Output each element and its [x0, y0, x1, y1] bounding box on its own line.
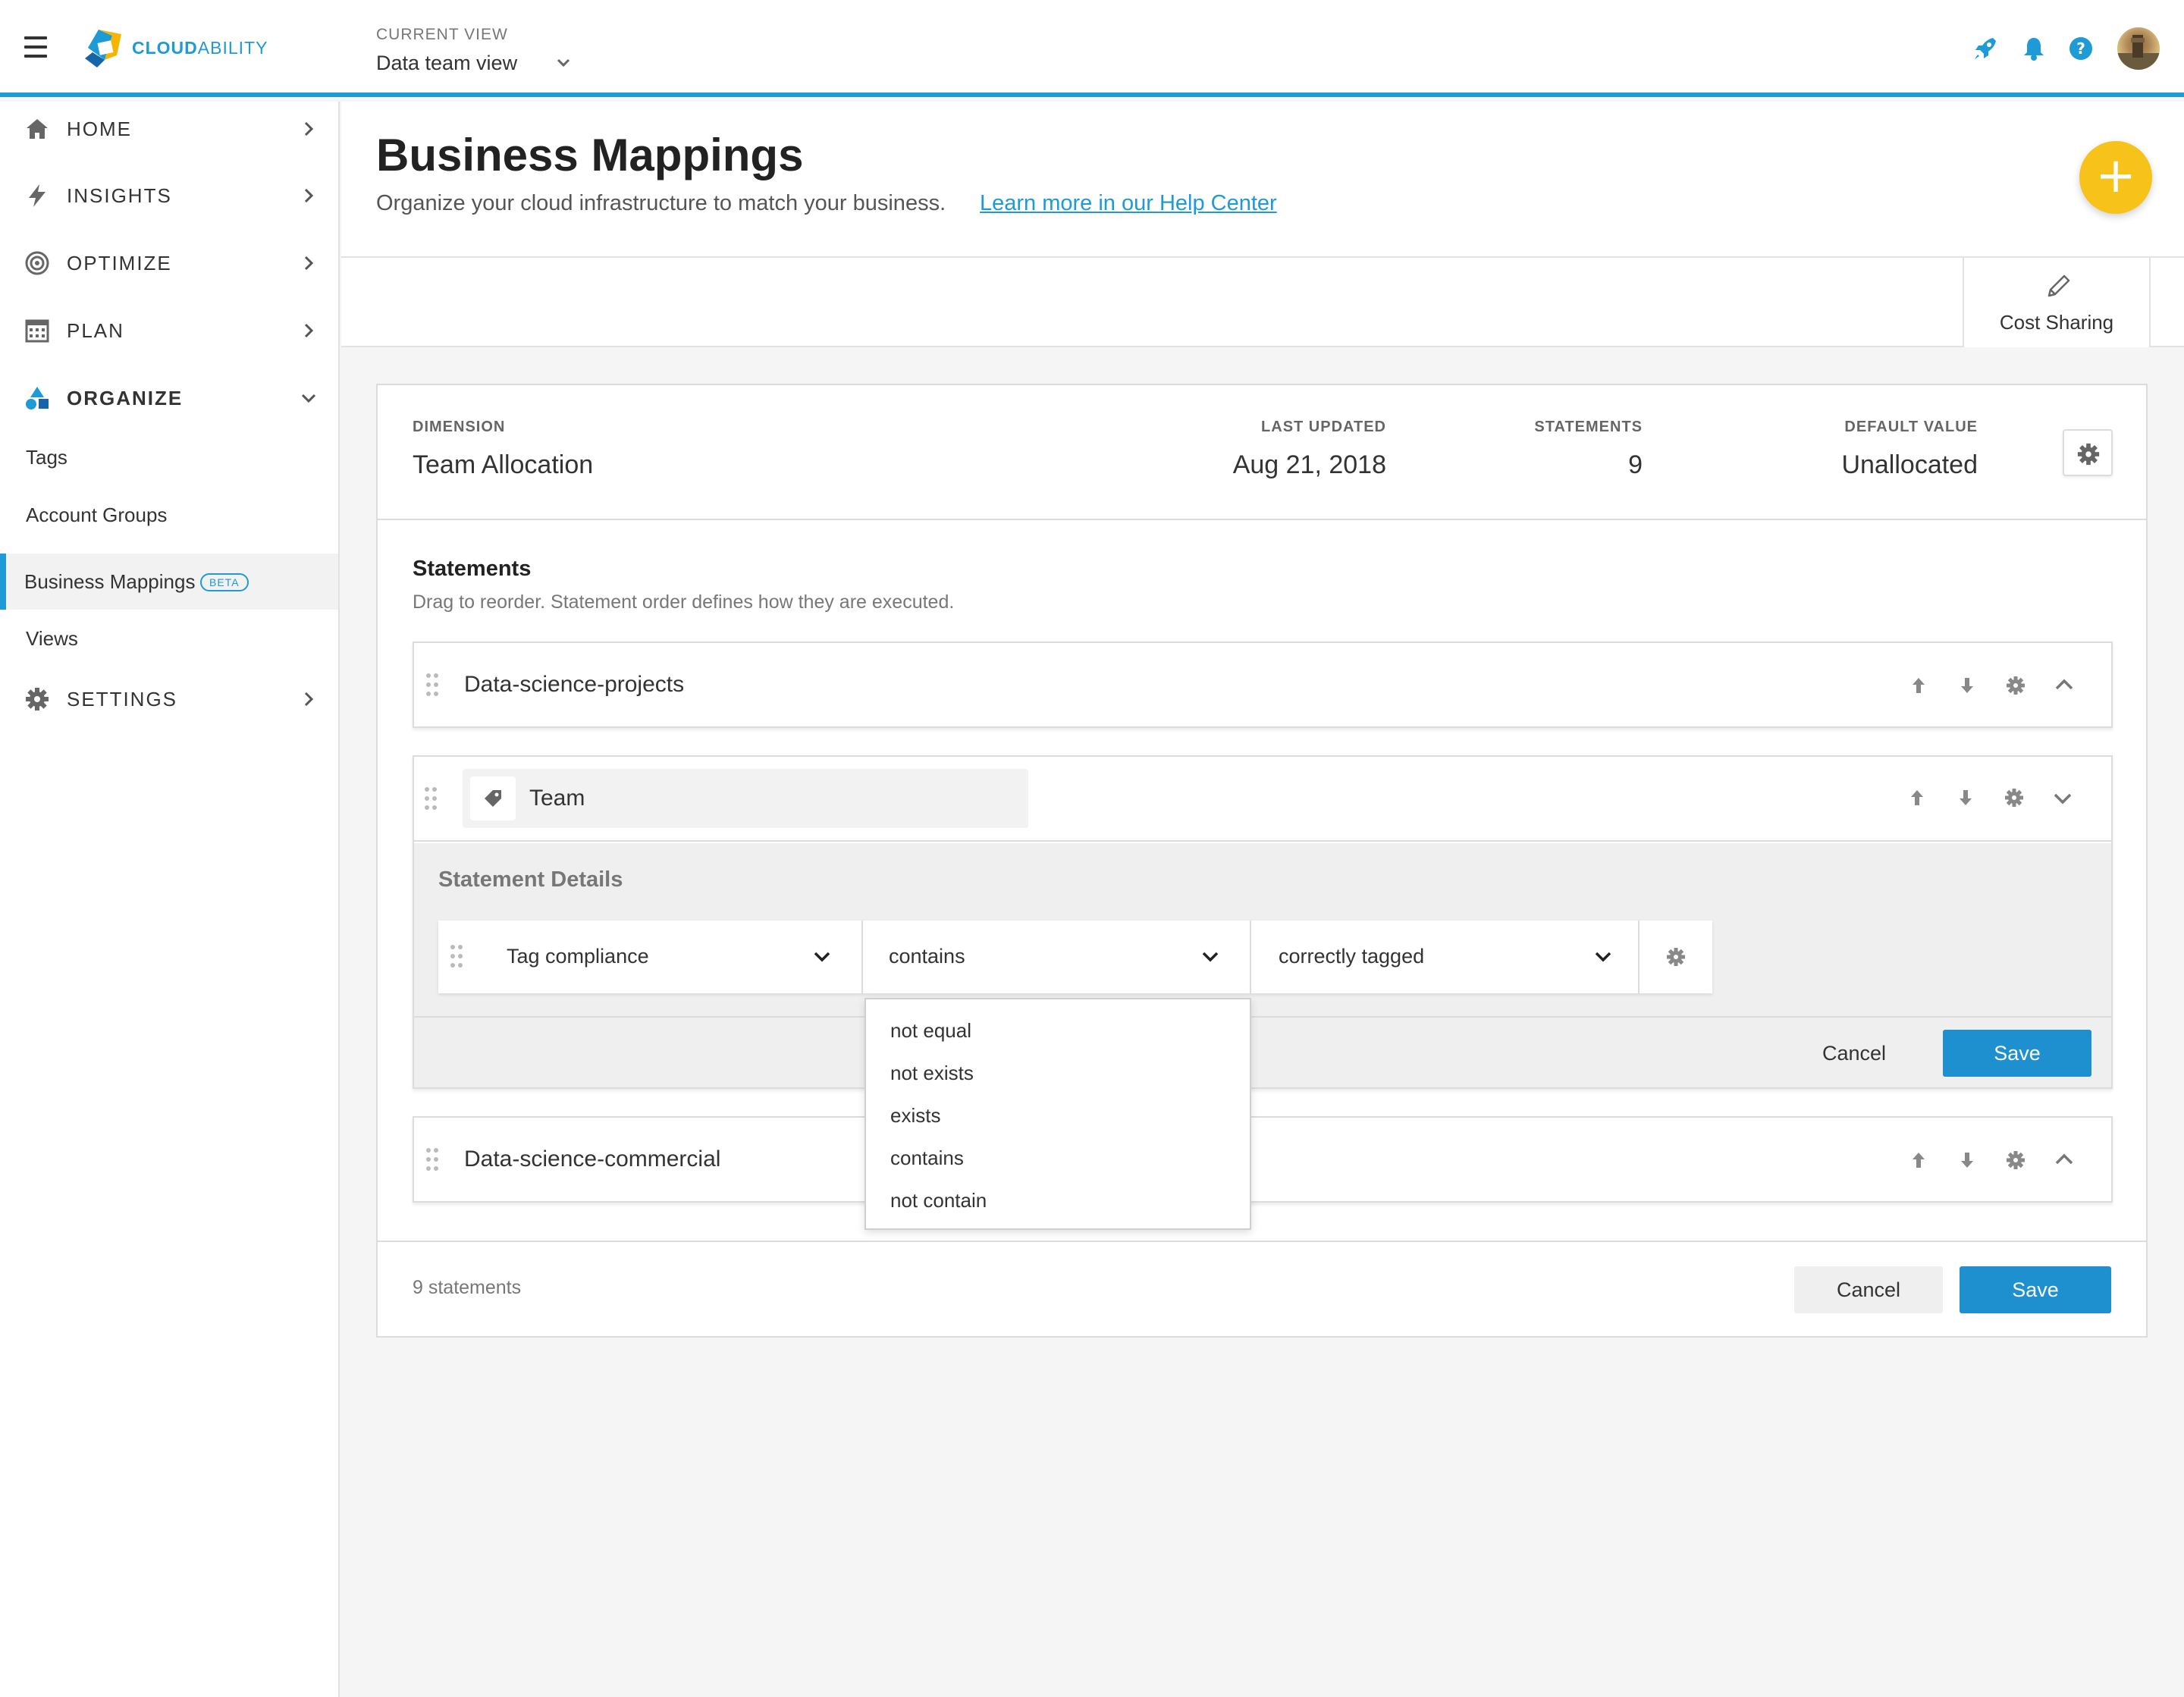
- current-view-label: CURRENT VIEW: [376, 26, 508, 43]
- sidebar-item-insights[interactable]: INSIGHTS: [0, 168, 338, 223]
- arrow-up-icon[interactable]: [1908, 675, 1929, 696]
- chevron-right-icon: [304, 692, 314, 707]
- chevron-down-icon: [814, 952, 830, 962]
- gear-icon[interactable]: [2005, 675, 2026, 696]
- chevron-down-icon[interactable]: [2052, 787, 2073, 808]
- statement-label: Data-science-projects: [464, 672, 685, 697]
- sidebar-item-tags[interactable]: Tags: [0, 429, 338, 485]
- drag-handle-icon[interactable]: [425, 787, 438, 810]
- default-value-label: DEFAULT VALUE: [1844, 419, 1978, 435]
- dropdown-option[interactable]: contains: [890, 1146, 964, 1170]
- statement-name-field[interactable]: Team: [463, 769, 1028, 828]
- mapping-settings-button[interactable]: [2063, 429, 2113, 476]
- bell-icon[interactable]: [2019, 33, 2049, 64]
- shapes-icon: [26, 387, 49, 409]
- drag-handle-icon[interactable]: [450, 945, 464, 968]
- target-icon: [25, 251, 49, 275]
- sidebar-item-views[interactable]: Views: [0, 610, 338, 667]
- gear-icon[interactable]: [2005, 1150, 2026, 1171]
- logo-mark-icon: [85, 30, 121, 67]
- statements-count-label: STATEMENTS: [1534, 419, 1643, 435]
- top-bar: [0, 0, 2184, 97]
- chevron-right-icon: [304, 188, 314, 203]
- statement-row[interactable]: Data-science-commercial: [413, 1116, 2113, 1203]
- last-updated-value: Aug 21, 2018: [1232, 450, 1386, 479]
- sidebar-item-organize[interactable]: ORGANIZE: [0, 371, 338, 425]
- help-icon[interactable]: ?: [2066, 33, 2096, 64]
- gear-icon: [26, 688, 49, 710]
- plus-icon: +: [2095, 148, 2136, 204]
- tab-strip: [341, 258, 2184, 347]
- tag-icon: [485, 790, 501, 807]
- statement-label: Data-science-commercial: [464, 1146, 721, 1172]
- cancel-statement-button[interactable]: Cancel: [1805, 1030, 1903, 1077]
- dropdown-option[interactable]: not contain: [890, 1189, 987, 1212]
- statements-count: 9 statements: [413, 1277, 522, 1298]
- help-center-link[interactable]: Learn more in our Help Center: [980, 191, 1277, 216]
- statements-title: Statements: [413, 557, 532, 581]
- beta-badge: BETA: [200, 573, 249, 591]
- sidebar-item-account-groups[interactable]: Account Groups: [0, 487, 338, 543]
- save-statement-button[interactable]: Save: [1943, 1030, 2091, 1077]
- drag-handle-icon[interactable]: [426, 1148, 440, 1171]
- home-icon: [27, 119, 48, 139]
- logo-text: CLOUDABILITY: [132, 37, 268, 58]
- page-title: Business Mappings: [376, 130, 804, 180]
- pencil-icon: [2048, 274, 2070, 297]
- current-view-select[interactable]: Data team view: [376, 52, 517, 75]
- gear-icon[interactable]: [2004, 787, 2025, 808]
- tab-cost-sharing[interactable]: Cost Sharing: [1963, 258, 2151, 347]
- arrow-down-icon[interactable]: [1955, 787, 1976, 808]
- sidebar-item-plan[interactable]: PLAN: [0, 303, 338, 358]
- gear-icon[interactable]: [1665, 946, 1687, 968]
- dimension-label: DIMENSION: [413, 419, 506, 435]
- statement-label: Team: [529, 786, 585, 811]
- user-avatar[interactable]: [2117, 27, 2160, 70]
- cloudability-logo[interactable]: CLOUDABILITY: [82, 24, 268, 71]
- cancel-button[interactable]: Cancel: [1794, 1266, 1943, 1313]
- drag-handle-icon[interactable]: [426, 673, 440, 696]
- calendar-icon: [25, 319, 49, 343]
- chevron-down-icon: [1595, 952, 1611, 962]
- rocket-icon[interactable]: [1970, 33, 2000, 64]
- arrow-up-icon[interactable]: [1908, 1150, 1929, 1171]
- statements-count-value: 9: [1628, 450, 1643, 479]
- value-select[interactable]: correctly tagged: [1251, 921, 1638, 993]
- field-select[interactable]: Tag compliance: [481, 921, 861, 993]
- hamburger-menu-icon[interactable]: [24, 36, 47, 59]
- svg-text:?: ?: [2076, 39, 2085, 58]
- sidebar-item-home[interactable]: HOME: [0, 102, 338, 156]
- chevron-down-icon: [301, 394, 316, 403]
- dropdown-option[interactable]: not exists: [890, 1062, 974, 1085]
- dropdown-option[interactable]: exists: [890, 1104, 940, 1128]
- arrow-down-icon[interactable]: [1956, 675, 1978, 696]
- chevron-right-icon: [304, 256, 314, 271]
- chevron-down-icon[interactable]: [555, 56, 572, 70]
- statements-subtitle: Drag to reorder. Statement order defines…: [413, 591, 955, 613]
- bolt-icon: [29, 184, 46, 207]
- sidebar-item-business-mappings[interactable]: Business Mappings BETA: [0, 554, 338, 610]
- operator-dropdown-menu: not equal not exists exists contains not…: [864, 998, 1251, 1230]
- sidebar: HOME INSIGHTS OPTIMIZE PLAN ORGANIZE Tag…: [0, 102, 340, 1697]
- dimension-value: Team Allocation: [413, 450, 594, 479]
- operator-select[interactable]: contains: [863, 921, 1250, 993]
- arrow-up-icon[interactable]: [1906, 787, 1928, 808]
- gear-icon: [2077, 443, 2100, 466]
- statement-row[interactable]: Data-science-projects: [413, 641, 2113, 728]
- page-subtitle: Organize your cloud infrastructure to ma…: [376, 191, 946, 215]
- chevron-up-icon[interactable]: [2054, 1150, 2075, 1171]
- chevron-up-icon[interactable]: [2054, 675, 2075, 696]
- statement-details-title: Statement Details: [438, 867, 623, 892]
- save-button[interactable]: Save: [1960, 1266, 2111, 1313]
- arrow-down-icon[interactable]: [1956, 1150, 1978, 1171]
- chevron-right-icon: [304, 323, 314, 338]
- dropdown-option[interactable]: not equal: [890, 1019, 971, 1043]
- last-updated-label: LAST UPDATED: [1261, 419, 1386, 435]
- add-mapping-button[interactable]: +: [2079, 141, 2152, 214]
- sidebar-item-optimize[interactable]: OPTIMIZE: [0, 236, 338, 290]
- default-value: Unallocated: [1841, 450, 1978, 479]
- sidebar-item-settings[interactable]: SETTINGS: [0, 672, 338, 726]
- chevron-down-icon: [1202, 952, 1219, 962]
- chevron-right-icon: [304, 121, 314, 136]
